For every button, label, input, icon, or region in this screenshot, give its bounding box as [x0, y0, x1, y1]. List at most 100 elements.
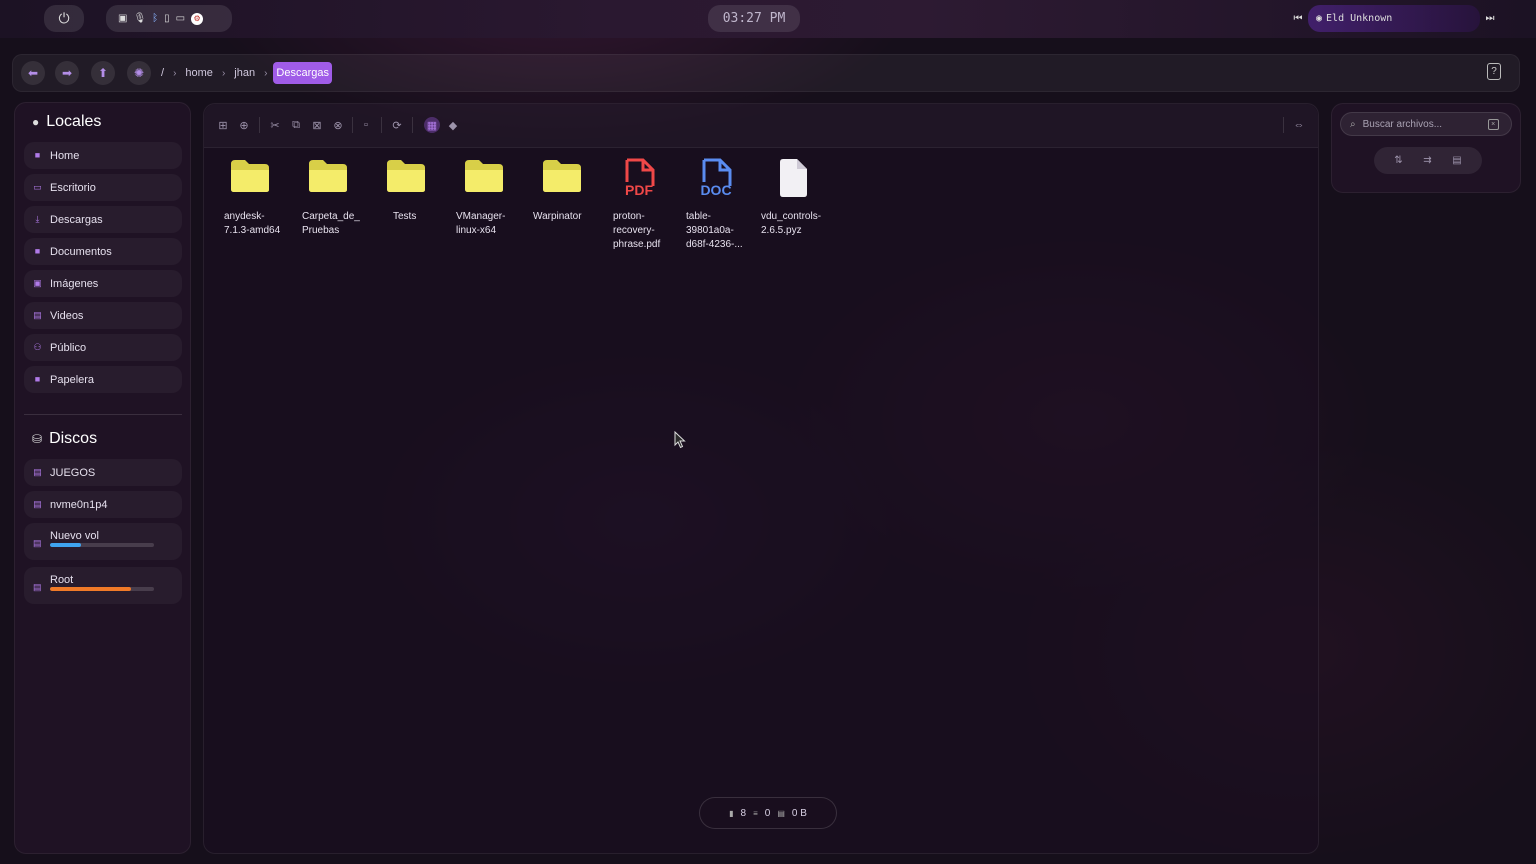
skip-forward-icon[interactable]: ⏭ [1480, 13, 1500, 24]
toolbar-divider [412, 117, 413, 133]
new-folder-icon[interactable]: ⊞ [215, 117, 231, 133]
sidebar-item-imagenes[interactable]: ▣ Imágenes [24, 270, 182, 297]
sidebar-item-home[interactable]: ■ Home [24, 142, 182, 169]
sort-icon[interactable]: ⇅ [1394, 155, 1402, 166]
back-button[interactable]: ⬅ [21, 61, 45, 85]
help-button[interactable]: ? [1487, 63, 1501, 80]
file-item[interactable]: VManager-linux-x64 [447, 158, 521, 238]
forward-button[interactable]: ➡ [55, 61, 79, 85]
tag-icon[interactable]: ◆ [445, 117, 461, 133]
media-player: ⏮ ◉ Eld Unknown ⏭ [1288, 5, 1500, 32]
chat-icon[interactable]: ▣ [118, 13, 127, 24]
up-button[interactable]: ⬆ [91, 61, 115, 85]
home-icon: ■ [34, 150, 41, 160]
sidebar-item-label: Público [50, 341, 87, 354]
file-count-icon: ▮ [729, 808, 734, 818]
bluetooth-icon[interactable]: ᛒ [152, 13, 158, 24]
folder-icon [525, 158, 599, 204]
person-icon: ● [32, 115, 40, 129]
breadcrumb-jhan[interactable]: jhan [231, 63, 258, 83]
breadcrumb-root[interactable]: / [158, 63, 167, 83]
properties-icon[interactable]: ▫ [358, 117, 374, 133]
disc-icon: ◉ [1316, 13, 1323, 24]
phone-icon[interactable]: ▯ [164, 13, 170, 24]
home-button[interactable]: ✺ [127, 61, 151, 85]
sidebar-item-label: Imágenes [50, 277, 99, 290]
toolbar-divider [352, 117, 353, 133]
power-button[interactable]: ⏻ [44, 5, 84, 32]
sidebar-item-publico[interactable]: ⚇ Público [24, 334, 182, 361]
selection-icon: ≡ [753, 808, 758, 818]
desktop-icon: ▭ [33, 182, 42, 192]
chevron-right-icon: › [173, 67, 177, 79]
total-size: 0 B [791, 807, 807, 819]
breadcrumb-descargas[interactable]: Descargas [273, 62, 332, 84]
download-icon: ⤓ [35, 214, 40, 224]
disk-usage-bar [50, 587, 154, 591]
disk-label: nvme0n1p4 [50, 498, 108, 511]
discos-title: Discos [49, 430, 98, 447]
sidebar-item-descargas[interactable]: ⤓ Descargas [24, 206, 182, 233]
delete-icon[interactable]: ⊗ [330, 117, 346, 133]
microphone-icon[interactable]: 🎙 [133, 13, 146, 24]
media-track[interactable]: ◉ Eld Unknown [1308, 5, 1480, 32]
paste-icon[interactable]: ⊠ [309, 117, 325, 133]
steam-icon[interactable]: ⚙ [191, 12, 204, 25]
root-drive-icon: ▤ [33, 582, 42, 592]
search-actions: ⇅ ⇉ ▤ [1374, 147, 1482, 174]
file-item[interactable]: Warpinator [525, 158, 599, 224]
close-icon[interactable]: × [1487, 118, 1499, 130]
file-item[interactable]: PDF proton-recovery-phrase.pdf [602, 158, 676, 252]
filter-icon[interactable]: ⇉ [1423, 155, 1431, 166]
people-icon: ⚇ [33, 342, 42, 352]
disk-item-nuevo-vol[interactable]: ▤ Nuevo vol [24, 523, 182, 560]
sidebar-item-documentos[interactable]: ■ Documentos [24, 238, 182, 265]
file-name: Carpeta_de_ Pruebas [302, 211, 360, 236]
file-item[interactable]: Carpeta_de_ Pruebas [291, 158, 365, 238]
collapse-icon[interactable]: ⇔ [1291, 117, 1307, 133]
folder-icon [291, 158, 365, 204]
mouse-cursor-icon [674, 431, 686, 449]
sidebar-divider [24, 414, 182, 415]
sidebar-item-papelera[interactable]: ■ Papelera [24, 366, 182, 393]
sidebar-item-videos[interactable]: ▤ Videos [24, 302, 182, 329]
arrow-right-icon: ➡ [61, 66, 73, 80]
breadcrumb-home[interactable]: home [182, 63, 216, 83]
file-name: Tests [393, 211, 417, 222]
sidebar-item-escritorio[interactable]: ▭ Escritorio [24, 174, 182, 201]
refresh-icon[interactable]: ⟳ [389, 117, 405, 133]
disk-item-juegos[interactable]: ▤ JUEGOS [24, 459, 182, 486]
locales-heading: ● Locales [32, 113, 101, 131]
pdf-file-icon: PDF [602, 158, 676, 204]
drive-icon: ▤ [33, 499, 42, 509]
copy-icon[interactable]: ⧉ [288, 117, 304, 133]
new-file-icon[interactable]: ⊕ [236, 117, 252, 133]
selected-count: 0 [764, 807, 771, 819]
breadcrumb: / › home › jhan › Descargas [158, 61, 332, 85]
calendar-icon[interactable]: ▤ [1452, 155, 1461, 166]
trash-icon: ■ [34, 374, 41, 384]
folder-icon [447, 158, 521, 204]
monitor-icon[interactable]: ▭ [176, 13, 185, 24]
search-input[interactable] [1362, 118, 1481, 130]
file-name: VManager-linux-x64 [456, 211, 506, 236]
disk-item-nvme[interactable]: ▤ nvme0n1p4 [24, 491, 182, 518]
toolbar-divider [381, 117, 382, 133]
chevron-right-icon: › [264, 67, 268, 79]
file-item[interactable]: anydesk-7.1.3-amd64 [213, 158, 287, 238]
file-item[interactable]: vdu_controls-2.6.5.pyz [756, 158, 830, 238]
file-item[interactable]: Tests [369, 158, 443, 224]
file-name: table-39801a0a-d68f-4236-... [686, 211, 743, 250]
disk-usage-bar [50, 543, 154, 547]
image-icon: ▣ [33, 278, 42, 288]
sidebar-item-label: Videos [50, 309, 84, 322]
file-name: anydesk-7.1.3-amd64 [224, 211, 281, 236]
locales-title: Locales [46, 113, 102, 130]
arrow-up-icon: ⬆ [97, 66, 109, 80]
grid-view-icon[interactable]: ▦ [424, 117, 440, 133]
cut-icon[interactable]: ✂ [267, 117, 283, 133]
skip-back-icon[interactable]: ⏮ [1288, 13, 1308, 24]
file-item[interactable]: DOC table-39801a0a-d68f-4236-... [679, 158, 753, 252]
size-icon: ▤ [777, 808, 785, 818]
disk-item-root[interactable]: ▤ Root [24, 567, 182, 604]
